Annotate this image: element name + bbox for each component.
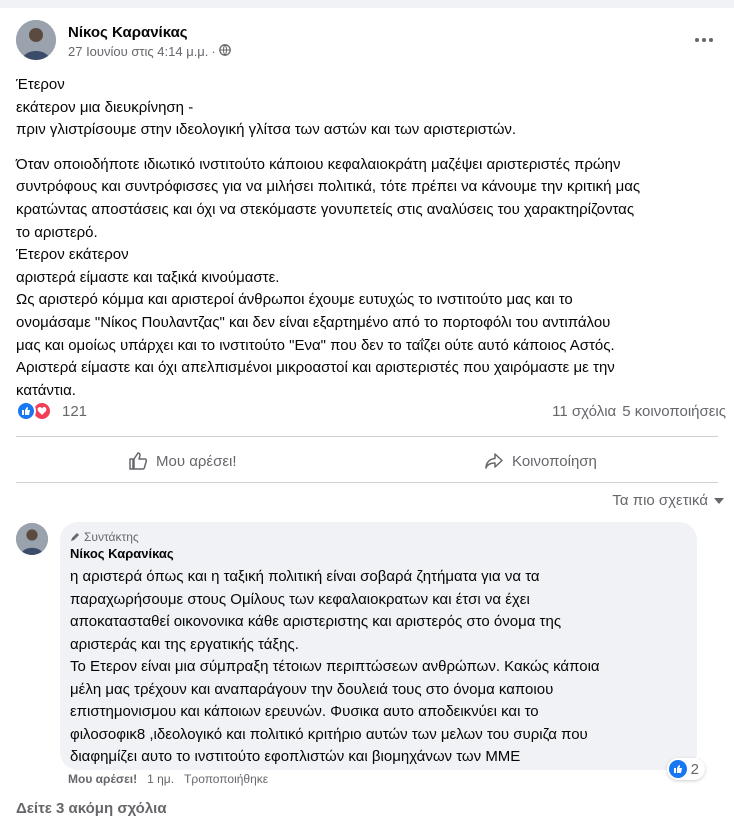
top-divider: [0, 0, 734, 8]
like-reaction-icon: [668, 760, 687, 778]
divider: [16, 482, 718, 483]
post-line: μας και ομοίως υπάρχει και το ινστιτούτο…: [16, 336, 615, 354]
globe-icon: [218, 44, 231, 59]
comment-text: η αριστερά όπως και η ταξική πολιτική εί…: [70, 566, 685, 769]
author-avatar[interactable]: [16, 20, 56, 60]
more-dots-icon: [695, 38, 713, 42]
engagement-counts: 11 σχόλια 5 κοινοποιήσεις: [552, 403, 726, 420]
comments-count[interactable]: 11 σχόλια: [552, 403, 616, 420]
comment-line: αριστεράς και της εργατικής τάξης.: [70, 635, 299, 653]
comment-line: φιλοσοφικ8 ,ιδεολογικό και πολιτικό κριτ…: [70, 725, 588, 743]
post-line: Έτερον εκάτερον: [16, 246, 129, 264]
share-arrow-icon: [485, 453, 503, 469]
comment-line: διαφημίζει αυτο το ινστιτούτο εφοπλιστών…: [70, 748, 521, 765]
comment-actions: Μου αρέσει! 1 ημ. Τροποποιήθηκε: [68, 772, 268, 786]
share-label: Κοινοποίηση: [512, 452, 597, 470]
share-button[interactable]: Κοινοποίηση: [484, 446, 597, 476]
sort-label: Τα πιο σχετικά: [612, 492, 708, 509]
comment-reactions[interactable]: 2: [666, 758, 705, 780]
comment-sort-dropdown[interactable]: Τα πιο σχετικά: [612, 492, 724, 509]
post-card: Νίκος Καρανίκας 27 Ιουνίου στις 4:14 μ.μ…: [0, 0, 734, 823]
thumbs-up-icon: [129, 452, 148, 470]
author-badge: Συντάκτης: [70, 530, 139, 544]
comment-reaction-count: 2: [690, 760, 699, 778]
comment-line: η αριστερά όπως και η ταξική πολιτική εί…: [70, 568, 540, 585]
post-line: το αριστερό.: [16, 223, 98, 241]
comment-line: Το Ετερον είναι μια σύμπραξη τέτοιων περ…: [70, 658, 600, 675]
comment-line: επιστημονισμου και κάποιων ερευνών. Φυσι…: [70, 703, 539, 720]
comment-author[interactable]: Νίκος Καρανίκας: [70, 546, 174, 561]
like-reaction-icon: [16, 401, 36, 421]
post-line: Όταν οποιοδήποτε ιδιωτικό ινστιτούτο κάπ…: [16, 155, 621, 173]
comment-edited: Τροποποιήθηκε: [184, 772, 269, 786]
pencil-icon: [71, 533, 79, 541]
post-line: πριν γλιστρίσουμε στην ιδεολογική γλίτσα…: [16, 121, 517, 139]
post-line: Έτερον: [16, 76, 65, 93]
view-more-comments-link[interactable]: Δείτε 3 ακόμη σχόλια: [16, 800, 167, 817]
comment-line: παραχωρήσουμε στους Ομίλους των κεφαλαιο…: [70, 590, 530, 608]
divider: [16, 436, 718, 437]
meta-separator: ·: [211, 44, 216, 59]
like-label: Μου αρέσει!: [156, 452, 237, 470]
commenter-avatar[interactable]: [16, 523, 48, 555]
post-line: συντρόφους και συντρόφισσες για να μιλήσ…: [16, 178, 641, 196]
post-line: Ως αριστερό κόμμα και αριστεροί άνθρωποι…: [16, 291, 573, 309]
comment-line: αποκατασταθεί οικονονικα κάθε αριστεριστ…: [70, 613, 562, 630]
reaction-count: 121: [62, 402, 88, 420]
post-meta: 27 Ιουνίου στις 4:14 μ.μ. ·: [68, 44, 231, 59]
post-line: ονομάσαμε "Νίκος Πουλαντζας" και δεν είν…: [16, 313, 611, 331]
comment-like-button[interactable]: Μου αρέσει!: [68, 772, 137, 786]
reactions-summary[interactable]: 121: [16, 401, 87, 421]
comment-line: μέλη μας τρέχουν και αναπαράγουν την δου…: [70, 680, 554, 698]
post-line: κατάντια.: [16, 381, 76, 399]
comment-time[interactable]: 1 ημ.: [147, 772, 174, 786]
shares-count[interactable]: 5 κοινοποιήσεις: [622, 403, 726, 420]
caret-down-icon: [714, 497, 724, 504]
post-line: εκάτερον μια διευκρίνηση -: [16, 98, 194, 116]
like-button[interactable]: Μου αρέσει!: [128, 446, 237, 476]
post-body: Έτερον εκάτερον μια διευκρίνηση - πριν γ…: [16, 74, 721, 402]
post-date[interactable]: 27 Ιουνίου στις 4:14 μ.μ.: [68, 44, 208, 59]
post-line: αριστερά είμαστε και ταξικά κινούμαστε.: [16, 268, 280, 286]
post-line: κρατώντας αποστάσεις και όχι να στεκόμασ…: [16, 200, 635, 218]
badge-label: Συντάκτης: [84, 530, 139, 544]
post-line: Αριστερά είμαστε και όχι απελπισμένοι μι…: [16, 359, 615, 377]
comment-bubble: Συντάκτης Νίκος Καρανίκας η αριστερά όπω…: [60, 522, 705, 780]
post-author[interactable]: Νίκος Καρανίκας: [68, 24, 188, 41]
more-options-button[interactable]: [690, 26, 718, 54]
